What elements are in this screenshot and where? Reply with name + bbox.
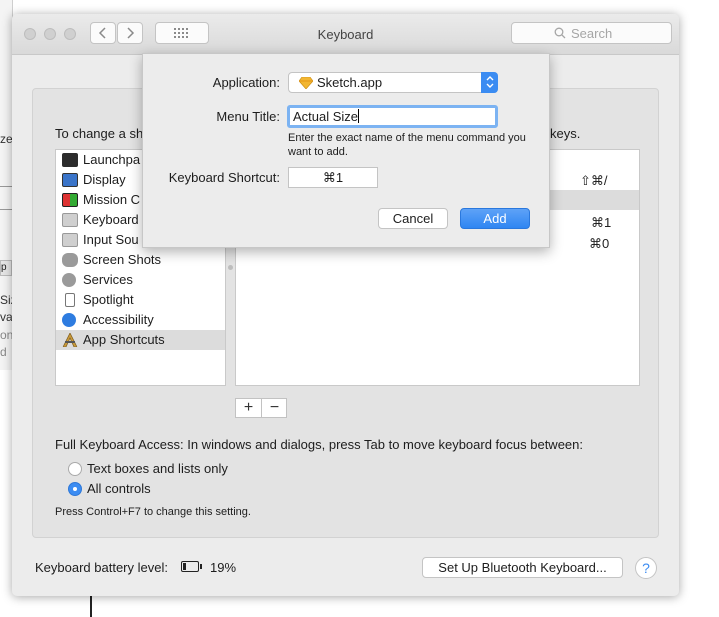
- radio-all-controls[interactable]: [68, 482, 82, 496]
- application-popup[interactable]: Sketch.app: [288, 72, 498, 93]
- menu-title-hint: Enter the exact name of the menu command…: [288, 132, 526, 158]
- intro-text-end: keys.: [550, 126, 581, 141]
- accessibility-icon: [62, 313, 76, 327]
- add-shortcut-button[interactable]: +: [236, 399, 262, 417]
- mission-control-icon: [62, 193, 78, 207]
- category-item-accessibility[interactable]: Accessibility: [56, 310, 225, 330]
- sketch-app-icon: [299, 77, 313, 89]
- battery-percent: 19%: [210, 560, 237, 575]
- radio-label: Text boxes and lists only: [87, 461, 228, 476]
- add-button[interactable]: Add: [460, 208, 530, 229]
- menu-title-label: Menu Title:: [216, 109, 280, 124]
- category-label: Input Sou: [83, 232, 139, 247]
- intro-text: To change a sh: [55, 126, 144, 141]
- launchpad-icon: [62, 153, 78, 167]
- help-button[interactable]: ?: [635, 557, 657, 579]
- input-sources-icon: [62, 233, 78, 247]
- display-icon: [62, 173, 78, 187]
- category-label: Keyboard: [83, 212, 139, 227]
- text-cursor: [358, 109, 360, 123]
- menu-title-value: Actual Size: [293, 109, 359, 124]
- split-handle[interactable]: [228, 265, 233, 270]
- spotlight-icon: [65, 293, 75, 307]
- category-label: Screen Shots: [83, 252, 162, 267]
- shortcut-key: ⌘1: [591, 215, 612, 230]
- search-field[interactable]: Search: [511, 22, 672, 44]
- remove-shortcut-button[interactable]: −: [262, 399, 287, 417]
- category-label: Services: [83, 272, 133, 287]
- keyboard-icon: [62, 213, 78, 227]
- category-item-app-shortcuts[interactable]: App Shortcuts: [56, 330, 225, 350]
- background-text: ze: [0, 132, 13, 146]
- app-shortcuts-icon: [62, 333, 78, 347]
- category-label: App Shortcuts: [83, 332, 165, 347]
- category-label: Display: [83, 172, 126, 187]
- keyboard-shortcut-label: Keyboard Shortcut:: [168, 170, 280, 185]
- category-label: Launchpa: [83, 152, 141, 167]
- shortcut-key: ⌘0: [589, 236, 610, 251]
- category-label: Accessibility: [83, 312, 154, 327]
- application-label: Application:: [212, 75, 280, 90]
- search-placeholder: Search: [571, 26, 613, 41]
- cancel-button[interactable]: Cancel: [378, 208, 448, 229]
- battery-level-fill: [183, 563, 186, 570]
- chevron-updown-icon: [486, 76, 493, 88]
- category-label: Mission C: [83, 192, 141, 207]
- background-text: p: [0, 260, 12, 276]
- category-label: Spotlight: [83, 292, 134, 307]
- shortcut-key: ⇧⌘/: [580, 173, 608, 188]
- radio-label: All controls: [87, 481, 151, 496]
- background-divider: [90, 595, 92, 617]
- title-bar: Keyboard Search: [12, 14, 679, 55]
- menu-title-input[interactable]: Actual Size: [287, 105, 498, 128]
- application-value: Sketch.app: [317, 75, 383, 90]
- services-icon: [62, 273, 76, 287]
- keyboard-shortcut-field[interactable]: ⌘1: [288, 167, 378, 188]
- setup-bluetooth-keyboard-button[interactable]: Set Up Bluetooth Keyboard...: [422, 557, 623, 578]
- add-remove-control: + −: [235, 398, 287, 418]
- category-item-screen-shots[interactable]: Screen Shots: [56, 250, 225, 270]
- category-item-spotlight[interactable]: Spotlight: [56, 290, 225, 310]
- fka-note: Press Control+F7 to change this setting.: [55, 506, 251, 518]
- screen-shots-icon: [62, 253, 78, 267]
- background-text: d: [0, 345, 7, 359]
- search-icon: [554, 27, 566, 39]
- full-keyboard-access-label: Full Keyboard Access: In windows and dia…: [55, 437, 583, 452]
- popup-arrow: [481, 72, 498, 93]
- radio-text-boxes[interactable]: [68, 462, 82, 476]
- category-item-services[interactable]: Services: [56, 270, 225, 290]
- battery-label: Keyboard battery level:: [35, 560, 168, 575]
